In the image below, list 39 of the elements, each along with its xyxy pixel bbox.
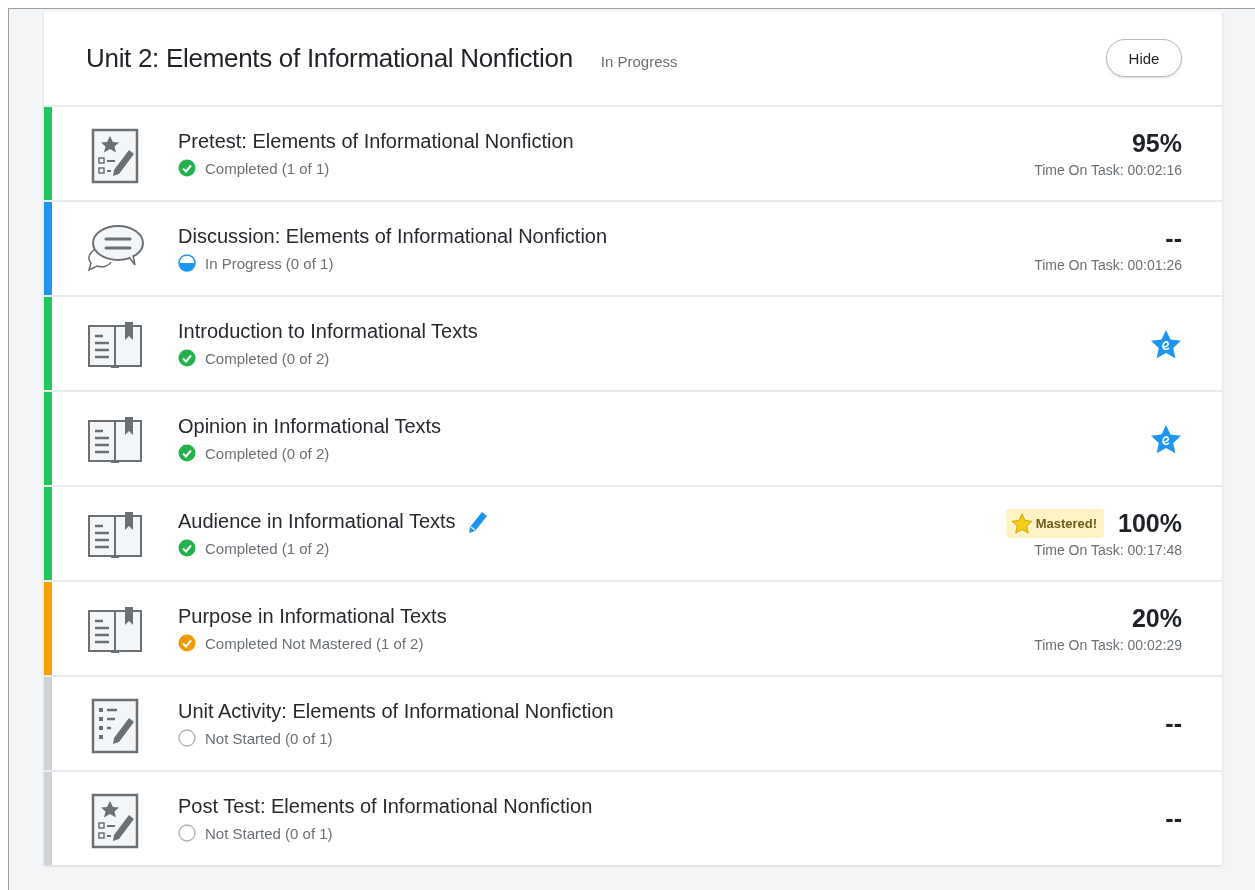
lesson-row[interactable]: Unit Activity: Elements of Informational Nonfiction Not Started (0 of 1) -- — [44, 677, 1222, 772]
lesson-title[interactable]: Pretest: Elements of Informational Nonfiction — [178, 130, 574, 153]
lesson-title[interactable]: Discussion: Elements of Informational Nonfiction — [178, 225, 608, 248]
status-text: Completed Not Mastered (1 of 2) — [205, 634, 424, 652]
status-text: Completed (1 of 2) — [205, 539, 330, 557]
lesson-title[interactable]: Post Test: Elements of Informational Nonfiction — [178, 795, 593, 818]
lesson-row[interactable]: Opinion in Informational Texts Completed (0 of 2) — [44, 392, 1222, 487]
time-on-task: Time On Task: 00:17:48 — [1034, 542, 1182, 558]
hide-button[interactable]: Hide — [1106, 39, 1182, 77]
time-on-task: Time On Task: 00:02:29 — [1034, 637, 1182, 653]
lesson-title[interactable]: Opinion in Informational Texts — [178, 415, 442, 438]
time-on-task: Time On Task: 00:01:26 — [1034, 257, 1182, 273]
status-text: In Progress (0 of 1) — [205, 254, 334, 272]
lesson-row[interactable]: Pretest: Elements of Informational Nonfiction Completed (1 of 1) 95% Time On Task: 00:02:16 — [44, 107, 1222, 202]
score: -- — [1165, 709, 1182, 738]
score: 20% — [1131, 604, 1182, 633]
status-text: Not Started (0 of 1) — [205, 729, 333, 747]
lesson-title[interactable]: Introduction to Informational Texts — [178, 320, 478, 343]
score: -- — [1165, 804, 1182, 833]
lesson-row[interactable]: Purpose in Informational Texts Completed Not Mastered (1 of 2) 20% Time On Task: 00:02:29 — [44, 582, 1222, 677]
time-on-task: Time On Task: 00:02:16 — [1034, 162, 1182, 178]
lesson-title[interactable]: Audience in Informational Texts — [178, 510, 456, 533]
lesson-title[interactable]: Unit Activity: Elements of Informational Nonfiction — [178, 700, 614, 723]
status-text: Not Started (0 of 1) — [205, 824, 333, 842]
lesson-title[interactable]: Purpose in Informational Texts — [178, 605, 447, 628]
score: 95% — [1131, 129, 1182, 158]
lesson-row[interactable]: Post Test: Elements of Informational Nonfiction Not Started (0 of 1) -- — [44, 772, 1222, 865]
score: -- — [1165, 224, 1182, 253]
star-icon — [1010, 513, 1033, 534]
lesson-row[interactable]: Audience in Informational Texts Completed (1 of 2) Mastered! 100% Time On Task: 00:17:48 — [44, 487, 1222, 582]
lesson-row[interactable]: Introduction to Informational Texts Completed (0 of 2) — [44, 297, 1222, 392]
lesson-row[interactable]: Discussion: Elements of Informational Nonfiction In Progress (0 of 1) -- Time On Task: 00:01:26 — [44, 202, 1222, 297]
status-text: Completed (1 of 1) — [205, 159, 330, 177]
status-text: Completed (0 of 2) — [205, 349, 330, 367]
score: 100% — [1118, 509, 1182, 538]
badge-label: Mastered! — [1035, 516, 1098, 531]
unit-title: Unit 2: Elements of Informational Nonfiction — [86, 42, 573, 74]
unit-status: In Progress — [600, 52, 678, 70]
status-text: Completed (0 of 2) — [205, 444, 330, 462]
